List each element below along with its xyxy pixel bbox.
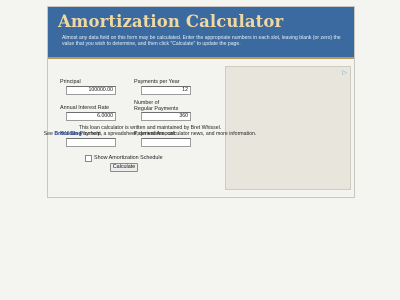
payments-per-year-label: Payments per Year <box>134 79 180 85</box>
principal-input[interactable] <box>66 86 116 95</box>
intro-text: Almost any data field on this form may b… <box>62 35 341 48</box>
annual-interest-rate-label: Annual Interest Rate <box>60 105 110 111</box>
footer-help-text: for help, a spreadsheet, derivations, ca… <box>83 131 257 138</box>
principal-label: Principal <box>60 79 81 85</box>
calculate-button[interactable]: Calculate <box>110 163 138 172</box>
header-banner: Amortization Calculator Almost any data … <box>48 7 354 59</box>
annual-interest-rate-input[interactable] <box>66 112 116 121</box>
ad-choices-icon[interactable]: ▷ <box>342 69 347 76</box>
page-title: Amortization Calculator <box>58 12 284 31</box>
footer-see-text: See <box>43 131 53 138</box>
payment-amount-input[interactable] <box>141 138 191 147</box>
footer: This loan calculator is written and main… <box>0 125 300 138</box>
footer-line-help: See Bret's Blog for help, a spreadsheet,… <box>0 131 300 137</box>
regular-payments-input[interactable] <box>141 112 191 121</box>
show-schedule-checkbox[interactable] <box>85 155 92 162</box>
balloon-payment-input[interactable] <box>66 138 116 147</box>
blog-link[interactable]: Bret's Blog <box>54 131 81 137</box>
show-schedule-label: Show Amortization Schedule <box>94 155 163 161</box>
payments-per-year-input[interactable] <box>141 86 191 95</box>
